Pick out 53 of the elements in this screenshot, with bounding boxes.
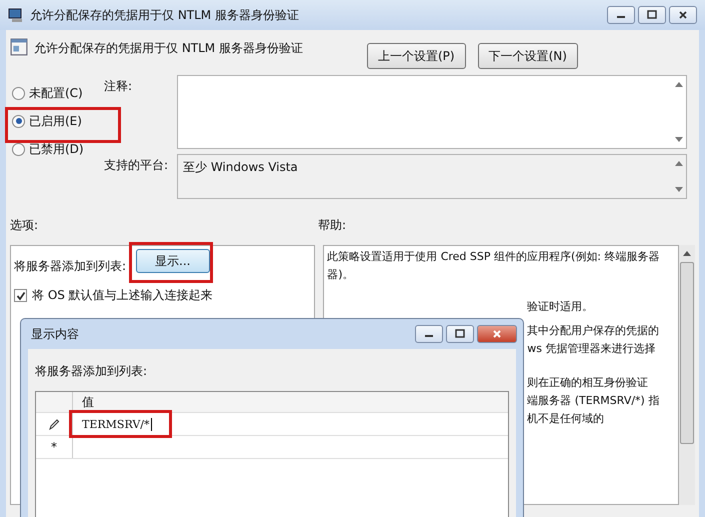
comment-label: 注释:	[104, 78, 134, 95]
radio-button[interactable]	[12, 142, 25, 156]
minimize-button[interactable]	[607, 6, 635, 24]
minimize-button[interactable]	[415, 325, 443, 343]
radio-button[interactable]	[12, 86, 25, 100]
close-button[interactable]	[477, 325, 517, 343]
scroll-up-icon[interactable]	[675, 160, 683, 166]
radio-label: 未配置(C)	[29, 84, 83, 102]
close-button[interactable]	[669, 6, 697, 24]
help-text: 机不是任何域的	[527, 411, 606, 427]
close-icon	[678, 10, 688, 20]
options-label: 选项:	[10, 217, 40, 234]
dialog-title: 显示内容	[31, 326, 79, 342]
close-icon	[492, 329, 502, 339]
help-text: 此策略设置适用于使用 Cred SSP 组件的应用程序(例如: 终端服务器	[327, 249, 660, 265]
add-servers-label: 将服务器添加到列表:	[14, 258, 126, 275]
scroll-down-icon[interactable]	[675, 187, 683, 193]
table-cell[interactable]: TERMSRV/*	[82, 418, 150, 430]
radio-label: 已启用(E)	[29, 112, 82, 130]
platform-field: 至少 Windows Vista	[177, 154, 687, 199]
new-row-marker: *	[51, 440, 57, 454]
computer-icon	[8, 7, 24, 23]
maximize-button[interactable]	[638, 6, 666, 24]
scroll-up-icon[interactable]	[683, 250, 692, 256]
help-text: 端服务器 (TERMSRV/*) 指	[527, 393, 660, 409]
scroll-up-icon[interactable]	[675, 81, 683, 87]
text-cursor	[150, 418, 152, 430]
checkbox[interactable]	[14, 289, 27, 302]
help-label: 帮助:	[318, 217, 346, 234]
radio-button[interactable]	[12, 114, 25, 128]
scroll-down-icon[interactable]	[675, 137, 683, 143]
help-text: 验证时适用。	[527, 299, 594, 315]
policy-title: 允许分配保存的凭据用于仅 NTLM 服务器身份验证	[34, 40, 303, 57]
checkbox-label: 将 OS 默认值与上述输入连接起来	[32, 287, 213, 304]
nav-button[interactable]: 下一个设置(N)	[478, 43, 578, 69]
help-text: 则在正确的相互身份验证	[527, 375, 650, 391]
scrollbar[interactable]	[679, 245, 695, 505]
show-button[interactable]: 显示...	[136, 249, 210, 273]
maximize-icon	[455, 329, 465, 339]
maximize-icon	[647, 10, 657, 20]
platform-label: 支持的平台:	[104, 157, 170, 174]
dialog-label: 将服务器添加到列表:	[35, 363, 148, 380]
help-text: 其中分配用户保存的凭据的	[527, 323, 660, 339]
radio-label: 已禁用(D)	[29, 140, 84, 158]
policy-icon	[10, 38, 28, 56]
comment-field[interactable]	[177, 75, 687, 149]
help-text: 器)。	[327, 267, 354, 283]
maximize-button[interactable]	[446, 325, 474, 343]
window-title: 允许分配保存的凭据用于仅 NTLM 服务器身份验证	[30, 6, 299, 24]
pencil-icon	[48, 418, 60, 430]
help-text: ws 凭据管理器来进行选择	[527, 341, 656, 357]
nav-button[interactable]: 上一个设置(P)	[366, 43, 466, 69]
column-header: 值	[82, 394, 94, 410]
